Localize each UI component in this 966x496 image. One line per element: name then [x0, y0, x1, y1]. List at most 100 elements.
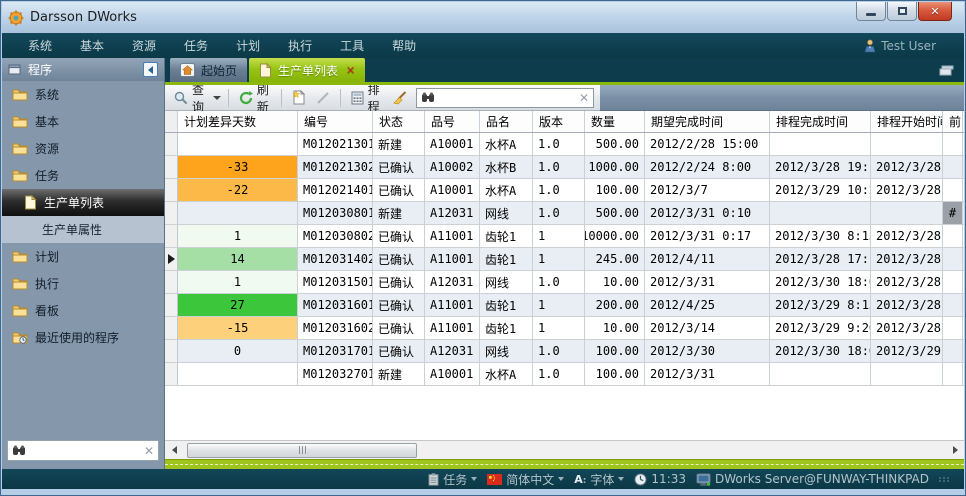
cell-status: 已确认: [373, 317, 425, 339]
language-menu[interactable]: 简体中文: [487, 471, 564, 488]
new-document-icon: [292, 90, 306, 105]
cell-ver: 1.0: [533, 133, 585, 155]
maximize-button[interactable]: [887, 2, 917, 21]
column-header-状态[interactable]: 状态: [373, 111, 425, 132]
menu-item-0[interactable]: 系统: [14, 33, 66, 58]
status-bar: 任务 简体中文 A: 字体: [2, 469, 964, 489]
cell-ver: 1.0: [533, 363, 585, 385]
table-row[interactable]: 1M012030802已确认A11001齿轮1110000.002012/3/3…: [165, 225, 964, 248]
column-header-排程开始时间[interactable]: 排程开始时间: [871, 111, 943, 132]
column-header-前[interactable]: 前: [943, 111, 963, 132]
sidebar-search-input[interactable]: [30, 444, 140, 458]
column-header-排程完成时间[interactable]: 排程完成时间: [770, 111, 871, 132]
table-row[interactable]: M012021301新建A10001水杯A1.0500.002012/2/28 …: [165, 133, 964, 156]
menu-item-7[interactable]: 帮助: [378, 33, 430, 58]
menu-item-3[interactable]: 任务: [170, 33, 222, 58]
cell-part_name: 水杯A: [480, 179, 533, 201]
cell-no: M012031601: [298, 294, 373, 316]
resize-grip[interactable]: [939, 477, 950, 482]
cell-no: M012021401: [298, 179, 373, 201]
server-monitor-icon: [696, 473, 711, 486]
sidebar-item-看板[interactable]: 看板: [2, 297, 164, 324]
column-header-计划差异天数[interactable]: 计划差异天数: [178, 111, 298, 132]
table-row[interactable]: M012030801新建A12031网线1.0500.002012/3/31 0…: [165, 202, 964, 225]
table-row[interactable]: M012032701新建A10001水杯A1.0100.002012/3/31: [165, 363, 964, 386]
sidebar-item-系统[interactable]: 系统: [2, 81, 164, 108]
column-header-品名[interactable]: 品名: [480, 111, 533, 132]
table-row[interactable]: 1M012031501已确认A12031网线1.010.002012/3/312…: [165, 271, 964, 294]
column-header-数量[interactable]: 数量: [585, 111, 645, 132]
cell-due: 2012/3/7: [645, 179, 770, 201]
sidebar-item-最近使用的程序[interactable]: 最近使用的程序: [2, 324, 164, 351]
tab-生产单列表[interactable]: 生产单列表✕: [249, 58, 365, 82]
sidebar-collapse-button[interactable]: [143, 62, 158, 77]
menu-item-5[interactable]: 执行: [274, 33, 326, 58]
cell-part_name: 水杯A: [480, 133, 533, 155]
cell-extra: [943, 294, 963, 316]
cell-status: 已确认: [373, 179, 425, 201]
quick-filter-input[interactable]: [439, 91, 575, 105]
sidebar-item-执行[interactable]: 执行: [2, 270, 164, 297]
cell-start: 2012/3/28 10:52: [871, 248, 943, 270]
splitter-bar[interactable]: [165, 459, 964, 469]
column-header-品号[interactable]: 品号: [425, 111, 480, 132]
window-list-icon[interactable]: [938, 64, 954, 77]
column-header-版本[interactable]: 版本: [533, 111, 585, 132]
new-item-button[interactable]: [289, 88, 309, 107]
scrollbar-track[interactable]: [183, 442, 946, 459]
menu-item-4[interactable]: 计划: [222, 33, 274, 58]
task-label: 任务: [443, 471, 467, 488]
cell-ver: 1: [533, 294, 585, 316]
edit-button[interactable]: [313, 89, 333, 107]
separator: [281, 89, 282, 107]
table-row[interactable]: 0M012031701已确认A12031网线1.0100.002012/3/30…: [165, 340, 964, 363]
sidebar-item-label: 计划: [35, 248, 59, 265]
cell-diff: 14: [178, 248, 298, 270]
row-header-cell: [165, 248, 178, 270]
minimize-button[interactable]: [856, 2, 886, 21]
server-status[interactable]: DWorks Server@FUNWAY-THINKPAD: [696, 472, 929, 486]
menu-item-2[interactable]: 资源: [118, 33, 170, 58]
app-window: Darsson DWorks ✕ 系统基本资源任务计划执行工具帮助 Test U…: [0, 0, 966, 496]
scroll-left-button[interactable]: [165, 441, 183, 459]
sidebar-item-资源[interactable]: 资源: [2, 135, 164, 162]
column-header-编号[interactable]: 编号: [298, 111, 373, 132]
clean-button[interactable]: [389, 89, 410, 107]
cell-no: M012021302: [298, 156, 373, 178]
tab-close-icon[interactable]: ✕: [346, 64, 355, 77]
table-row[interactable]: -15M012031602已确认A11001齿轮1110.002012/3/14…: [165, 317, 964, 340]
cell-no: M012031501: [298, 271, 373, 293]
scroll-right-button[interactable]: [946, 441, 964, 459]
cell-qty: 500.00: [585, 133, 645, 155]
scrollbar-thumb[interactable]: [187, 443, 417, 458]
sidebar-item-基本[interactable]: 基本: [2, 108, 164, 135]
cell-no: M012030801: [298, 202, 373, 224]
tab-起始页[interactable]: 起始页: [170, 58, 247, 82]
cell-extra: [943, 271, 963, 293]
sidebar-item-任务[interactable]: 任务: [2, 162, 164, 189]
table-row[interactable]: -22M012021401已确认A10001水杯A1.0100.002012/3…: [165, 179, 964, 202]
column-header-期望完成时间[interactable]: 期望完成时间: [645, 111, 770, 132]
menu-item-1[interactable]: 基本: [66, 33, 118, 58]
sidebar-search-clear-icon[interactable]: ✕: [144, 444, 154, 458]
table-row[interactable]: -33M012021302已确认A10002水杯B1.01000.002012/…: [165, 156, 964, 179]
table-row[interactable]: 27M012031601已确认A11001齿轮11200.002012/4/25…: [165, 294, 964, 317]
folder-icon: [12, 169, 28, 182]
table-row[interactable]: 14M012031402已确认A11001齿轮11245.002012/4/11…: [165, 248, 964, 271]
cell-part_name: 网线: [480, 271, 533, 293]
sidebar-item-生产单属性[interactable]: 生产单属性: [2, 216, 164, 243]
horizontal-scrollbar: [165, 440, 964, 459]
sidebar-item-label: 任务: [35, 167, 59, 184]
font-menu[interactable]: A: 字体: [574, 471, 624, 488]
task-menu[interactable]: 任务: [428, 471, 477, 488]
broom-icon: [392, 91, 407, 105]
query-dropdown-icon[interactable]: [213, 96, 221, 100]
sidebar-item-计划[interactable]: 计划: [2, 243, 164, 270]
sidebar-item-生产单列表[interactable]: 生产单列表: [2, 189, 164, 216]
cell-diff: [178, 202, 298, 224]
folder-icon: [12, 88, 28, 101]
quick-filter-clear-icon[interactable]: ✕: [579, 91, 589, 105]
close-button[interactable]: ✕: [918, 2, 952, 21]
menu-item-6[interactable]: 工具: [326, 33, 378, 58]
window-title: Darsson DWorks: [30, 10, 137, 25]
